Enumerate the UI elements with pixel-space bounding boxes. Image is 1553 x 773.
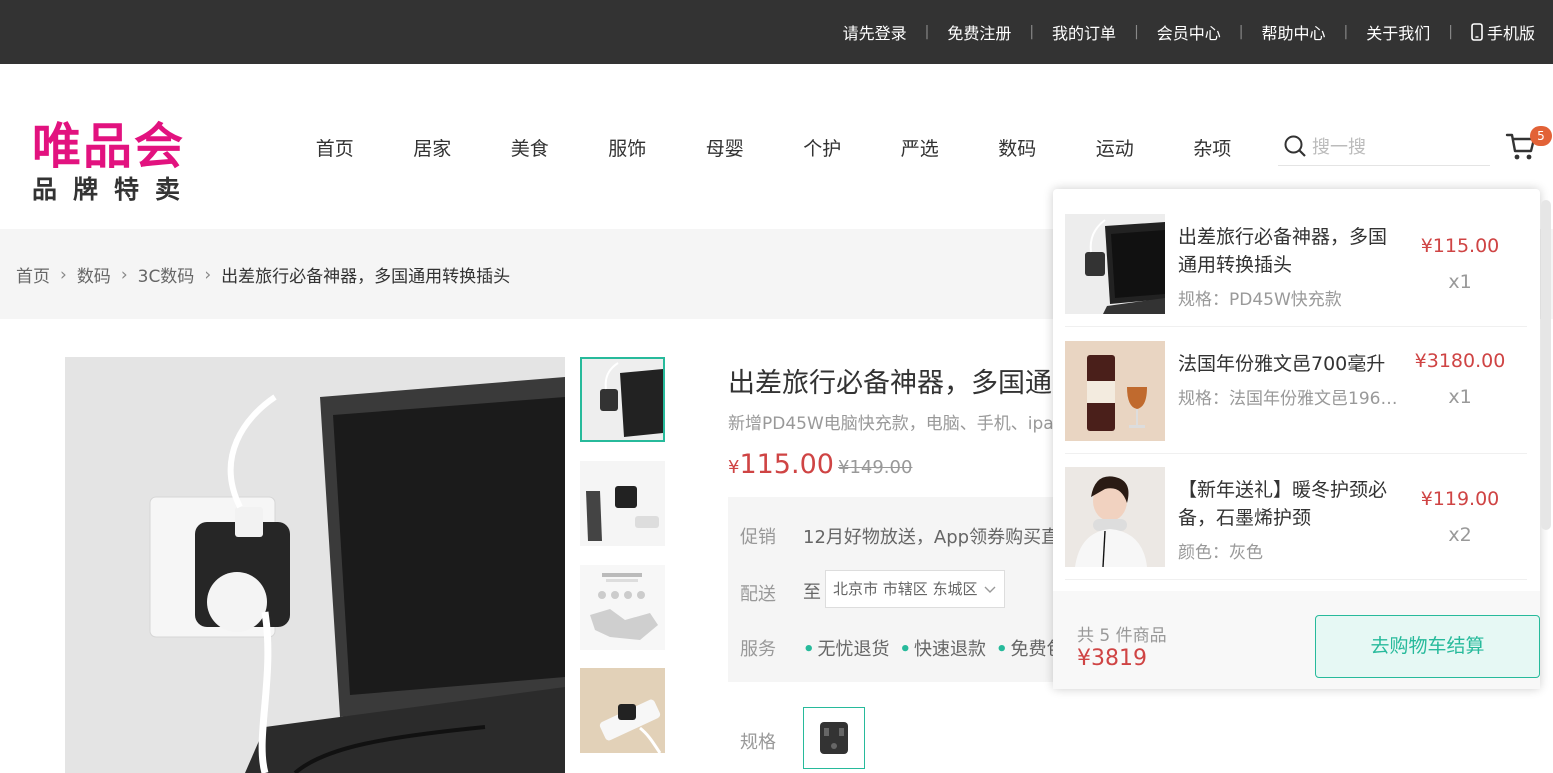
cart-item-qty: x1	[1448, 386, 1472, 408]
delivery-to: 至	[803, 582, 821, 603]
mobile-version-link[interactable]: 手机版	[1471, 20, 1535, 44]
logo-main-text: 唯品会	[32, 118, 186, 175]
my-orders-link[interactable]: 我的订单	[1052, 20, 1116, 44]
spec-option[interactable]	[803, 707, 865, 769]
nav-item-food[interactable]: 美食	[481, 134, 579, 161]
cart-item[interactable]: 【新年送礼】暖冬护颈必备，石墨烯护颈 颜色：灰色 ¥119.00 x2	[1065, 454, 1527, 580]
nav-item-misc[interactable]: 杂项	[1164, 134, 1262, 161]
service-label: 服务	[740, 639, 776, 660]
divider: |	[924, 24, 930, 40]
currency-symbol: ¥	[728, 457, 740, 478]
cart-item-spec: 规格：PD45W快充款	[1178, 290, 1342, 310]
nav-item-personal-care[interactable]: 个护	[774, 134, 872, 161]
divider: |	[1238, 24, 1244, 40]
thumbnail-2[interactable]	[580, 461, 665, 546]
spec-label: 规格	[740, 732, 776, 753]
divider: |	[1134, 24, 1139, 40]
cart-item-price: ¥3180.00	[1414, 350, 1506, 372]
service-item: • 无忧退货	[803, 639, 890, 660]
promo-label: 促销	[740, 527, 776, 548]
divider: |	[1343, 24, 1349, 40]
logo-sub-text: 品牌特卖	[32, 175, 197, 204]
top-nav: 请先登录 | 免费注册 | 我的订单 | 会员中心 | 帮助中心 | 关于我们 …	[843, 0, 1535, 64]
cart-item-image	[1065, 341, 1165, 441]
cart-item[interactable]: 法国年份雅文邑700毫升 规格：法国年份雅文邑1960年 ¥3180.00 x1	[1065, 328, 1527, 454]
cart-item-image	[1065, 214, 1165, 314]
thumbnail-3[interactable]	[580, 565, 665, 650]
thumbnail-4[interactable]	[580, 668, 665, 753]
promo-text: 12月好物放送，App领券购买直降120元	[803, 527, 1058, 548]
search-input[interactable]	[1312, 133, 1482, 161]
cart-item-image	[1065, 467, 1165, 567]
product-main-image[interactable]	[65, 357, 565, 773]
cart-popup-footer: 共 5 件商品 ¥3819 去购物车结算	[1053, 591, 1540, 689]
nav-item-baby[interactable]: 母婴	[676, 134, 774, 161]
phone-icon	[1471, 23, 1483, 41]
cart-item-qty: x2	[1448, 524, 1472, 546]
cart-item-spec: 颜色：灰色	[1178, 543, 1263, 563]
service-list: • 无忧退货 • 快速退款 • 免费包邮	[803, 635, 1093, 661]
cart-item-price: ¥119.00	[1420, 488, 1500, 510]
checkout-button[interactable]: 去购物车结算	[1315, 615, 1540, 678]
nav-item-home[interactable]: 首页	[286, 134, 384, 161]
breadcrumb: 首页 › 数码 › 3C数码 › 出差旅行必备神器，多国通用转换插头	[16, 262, 511, 288]
cart-item-name: 【新年送礼】暖冬护颈必备，石墨烯护颈	[1178, 479, 1388, 529]
delivery-label: 配送	[740, 584, 776, 605]
search-box	[1278, 129, 1490, 166]
cart-item[interactable]: 出差旅行必备神器，多国通用转换插头 规格：PD45W快充款 ¥115.00 x1	[1065, 201, 1527, 327]
help-center-link[interactable]: 帮助中心	[1262, 20, 1326, 44]
nav-item-home-living[interactable]: 居家	[384, 134, 482, 161]
cart-item-spec: 规格：法国年份雅文邑1960年	[1178, 389, 1403, 409]
divider: |	[1448, 24, 1453, 40]
nav-item-digital[interactable]: 数码	[969, 134, 1067, 161]
chevron-right-icon: ›	[204, 264, 212, 285]
top-bar: 请先登录 | 免费注册 | 我的订单 | 会员中心 | 帮助中心 | 关于我们 …	[0, 0, 1553, 64]
chevron-right-icon: ›	[60, 264, 67, 285]
breadcrumb-current: 出差旅行必备神器，多国通用转换插头	[221, 267, 511, 287]
breadcrumb-digital[interactable]: 数码	[77, 262, 111, 287]
service-item: • 快速退款	[899, 639, 987, 660]
delivery-address-select[interactable]: 北京市 市辖区 东城区	[825, 570, 1005, 608]
product-info-box: 促销 12月好物放送，App领券购买直降120元 配送 至 北京市 市辖区 东城…	[728, 497, 1083, 682]
price-value: 115.00	[739, 449, 834, 480]
adapter-laptop-photo	[65, 357, 565, 773]
cart-popup: 出差旅行必备神器，多国通用转换插头 规格：PD45W快充款 ¥115.00 x1…	[1053, 189, 1540, 689]
nav-item-selected[interactable]: 严选	[871, 134, 969, 161]
about-us-link[interactable]: 关于我们	[1366, 20, 1430, 44]
product-price: ¥115.00	[728, 449, 834, 480]
breadcrumb-home[interactable]: 首页	[16, 262, 50, 287]
mobile-version-label: 手机版	[1486, 24, 1535, 43]
cart-total-amount: ¥3819	[1077, 646, 1147, 671]
member-center-link[interactable]: 会员中心	[1157, 20, 1221, 44]
cart-item-price: ¥115.00	[1420, 235, 1500, 257]
nav-item-sports[interactable]: 运动	[1066, 134, 1164, 161]
delivery-address: 北京市 市辖区 东城区	[833, 580, 978, 598]
chevron-right-icon: ›	[120, 264, 128, 285]
register-link[interactable]: 免费注册	[947, 20, 1011, 44]
thumbnail-1[interactable]	[580, 357, 665, 442]
divider: |	[1029, 24, 1035, 40]
original-price: ¥149.00	[838, 457, 913, 478]
cart-item-name: 法国年份雅文邑700毫升	[1178, 353, 1386, 375]
nav-item-apparel[interactable]: 服饰	[579, 134, 677, 161]
cart-item-name: 出差旅行必备神器，多国通用转换插头	[1178, 226, 1388, 276]
product-title: 出差旅行必备神器，多国通用转换插头	[728, 368, 1058, 399]
chevron-down-icon	[984, 586, 996, 593]
cart-item-qty: x1	[1448, 271, 1472, 293]
cart-count-badge: 5	[1530, 126, 1552, 146]
product-subtitle: 新增PD45W电脑快充款，电脑、手机、ipad	[728, 414, 1058, 434]
login-link[interactable]: 请先登录	[843, 20, 907, 44]
search-icon[interactable]	[1284, 135, 1306, 157]
site-logo[interactable]: 唯品会 品牌特卖	[32, 121, 232, 205]
cart-total-count: 共 5 件商品	[1077, 626, 1167, 646]
breadcrumb-3c[interactable]: 3C数码	[138, 262, 195, 287]
cart-popup-scrollbar[interactable]	[1541, 200, 1551, 530]
main-nav: 首页 居家 美食 服饰 母婴 个护 严选 数码 运动 杂项	[286, 134, 1261, 161]
